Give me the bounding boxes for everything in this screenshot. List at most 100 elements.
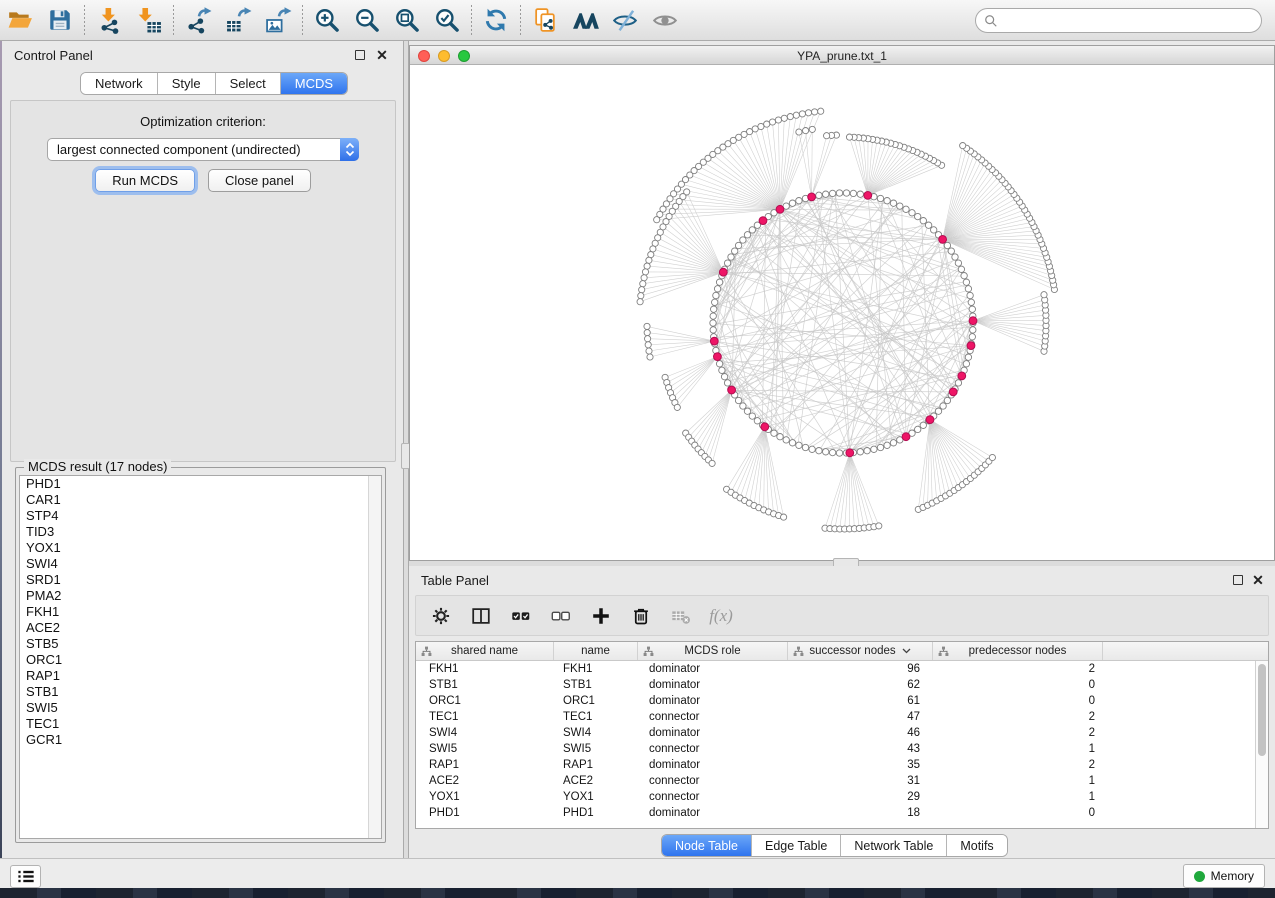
cell-successor_nodes[interactable]: 29 — [788, 791, 933, 803]
cell-successor_nodes[interactable]: 96 — [788, 663, 933, 675]
table-row[interactable]: RAP1RAP1dominator352 — [416, 757, 1268, 773]
settings-gear-icon[interactable] — [424, 599, 458, 633]
add-column-icon[interactable] — [584, 599, 618, 633]
zoom-out-icon[interactable] — [347, 1, 387, 39]
cell-shared_name[interactable]: TEC1 — [416, 711, 554, 723]
cell-predecessor_nodes[interactable]: 1 — [933, 775, 1103, 787]
cell-shared_name[interactable]: FKH1 — [416, 663, 554, 675]
select-all-rows-icon[interactable] — [504, 599, 538, 633]
show-columns-icon[interactable] — [464, 599, 498, 633]
cell-mcds_role[interactable]: dominator — [638, 807, 788, 819]
table-row[interactable]: FKH1FKH1dominator962 — [416, 661, 1268, 677]
cell-mcds_role[interactable]: dominator — [638, 663, 788, 675]
function-builder-icon[interactable]: f(x) — [704, 599, 738, 633]
export-table-icon[interactable] — [218, 1, 258, 39]
mcds-list-scrollbar[interactable] — [368, 476, 381, 838]
delete-table-icon[interactable] — [664, 599, 698, 633]
cell-name[interactable]: RAP1 — [554, 759, 638, 771]
deselect-all-rows-icon[interactable] — [544, 599, 578, 633]
cell-shared_name[interactable]: ORC1 — [416, 695, 554, 707]
memory-status-button[interactable]: Memory — [1183, 864, 1265, 888]
tab-select[interactable]: Select — [216, 73, 281, 94]
hide-selected-icon[interactable] — [605, 1, 645, 39]
mcds-result-item[interactable]: TEC1 — [20, 716, 381, 732]
mcds-result-item[interactable]: GCR1 — [20, 732, 381, 748]
table-row[interactable]: SWI4SWI4dominator462 — [416, 725, 1268, 741]
close-panel-button[interactable]: Close panel — [208, 169, 311, 192]
zoom-in-icon[interactable] — [307, 1, 347, 39]
cell-successor_nodes[interactable]: 18 — [788, 807, 933, 819]
table-row[interactable]: ACE2ACE2connector311 — [416, 773, 1268, 789]
cell-predecessor_nodes[interactable]: 1 — [933, 743, 1103, 755]
cell-mcds_role[interactable]: connector — [638, 743, 788, 755]
tab-style[interactable]: Style — [158, 73, 216, 94]
mcds-result-item[interactable]: RAP1 — [20, 668, 381, 684]
cell-mcds_role[interactable]: connector — [638, 791, 788, 803]
table-row[interactable]: TEC1TEC1connector472 — [416, 709, 1268, 725]
mcds-result-item[interactable]: PHD1 — [20, 476, 381, 492]
show-all-icon[interactable] — [645, 1, 685, 39]
cell-successor_nodes[interactable]: 31 — [788, 775, 933, 787]
network-canvas[interactable] — [410, 66, 1274, 560]
mcds-result-item[interactable]: FKH1 — [20, 604, 381, 620]
save-session-icon[interactable] — [40, 1, 80, 39]
cell-shared_name[interactable]: YOX1 — [416, 791, 554, 803]
mcds-result-item[interactable]: STP4 — [20, 508, 381, 524]
tab-edge-table[interactable]: Edge Table — [752, 835, 841, 856]
zoom-selected-icon[interactable] — [427, 1, 467, 39]
tab-network[interactable]: Network — [81, 73, 158, 94]
cell-shared_name[interactable]: PHD1 — [416, 807, 554, 819]
cell-predecessor_nodes[interactable]: 2 — [933, 663, 1103, 675]
cell-mcds_role[interactable]: connector — [638, 775, 788, 787]
table-scrollbar-thumb[interactable] — [1258, 664, 1266, 756]
cell-predecessor_nodes[interactable]: 1 — [933, 791, 1103, 803]
cell-mcds_role[interactable]: dominator — [638, 695, 788, 707]
cell-name[interactable]: SWI5 — [554, 743, 638, 755]
mcds-result-item[interactable]: SWI4 — [20, 556, 381, 572]
column-header-mcds_role[interactable]: MCDS role — [638, 642, 788, 660]
cell-successor_nodes[interactable]: 46 — [788, 727, 933, 739]
tab-mcds[interactable]: MCDS — [281, 73, 347, 94]
column-header-shared_name[interactable]: shared name — [416, 642, 554, 660]
cell-predecessor_nodes[interactable]: 0 — [933, 807, 1103, 819]
cell-shared_name[interactable]: SWI5 — [416, 743, 554, 755]
clone-network-icon[interactable] — [525, 1, 565, 39]
zoom-fit-icon[interactable] — [387, 1, 427, 39]
cell-predecessor_nodes[interactable]: 0 — [933, 679, 1103, 691]
mcds-result-item[interactable]: PMA2 — [20, 588, 381, 604]
mcds-result-item[interactable]: YOX1 — [20, 540, 381, 556]
mcds-result-item[interactable]: ORC1 — [20, 652, 381, 668]
tab-motifs[interactable]: Motifs — [947, 835, 1006, 856]
mcds-result-item[interactable]: SRD1 — [20, 572, 381, 588]
table-row[interactable]: ORC1ORC1dominator610 — [416, 693, 1268, 709]
cell-mcds_role[interactable]: dominator — [638, 727, 788, 739]
cell-mcds_role[interactable]: connector — [638, 711, 788, 723]
cell-name[interactable]: TEC1 — [554, 711, 638, 723]
cell-name[interactable]: STB1 — [554, 679, 638, 691]
column-header-predecessor_nodes[interactable]: predecessor nodes — [933, 642, 1103, 660]
cell-shared_name[interactable]: SWI4 — [416, 727, 554, 739]
close-panel-icon[interactable]: ✕ — [375, 48, 389, 62]
import-network-icon[interactable] — [89, 1, 129, 39]
close-table-panel-icon[interactable]: ✕ — [1251, 573, 1265, 587]
cell-shared_name[interactable]: ACE2 — [416, 775, 554, 787]
cell-successor_nodes[interactable]: 61 — [788, 695, 933, 707]
column-header-name[interactable]: name — [554, 642, 638, 660]
cell-name[interactable]: SWI4 — [554, 727, 638, 739]
float-table-panel-icon[interactable] — [1231, 573, 1245, 587]
cell-predecessor_nodes[interactable]: 2 — [933, 711, 1103, 723]
tab-node-table[interactable]: Node Table — [662, 835, 752, 856]
open-file-icon[interactable] — [0, 1, 40, 39]
cell-successor_nodes[interactable]: 47 — [788, 711, 933, 723]
cell-shared_name[interactable]: STB1 — [416, 679, 554, 691]
tab-network-table[interactable]: Network Table — [841, 835, 947, 856]
table-row[interactable]: YOX1YOX1connector291 — [416, 789, 1268, 805]
mcds-result-item[interactable]: TID3 — [20, 524, 381, 540]
cell-mcds_role[interactable]: dominator — [638, 759, 788, 771]
mcds-result-item[interactable]: SWI5 — [20, 700, 381, 716]
search-input[interactable] — [998, 11, 1261, 31]
export-image-icon[interactable] — [258, 1, 298, 39]
float-panel-icon[interactable] — [353, 48, 367, 62]
cell-name[interactable]: ACE2 — [554, 775, 638, 787]
refresh-icon[interactable] — [476, 1, 516, 39]
